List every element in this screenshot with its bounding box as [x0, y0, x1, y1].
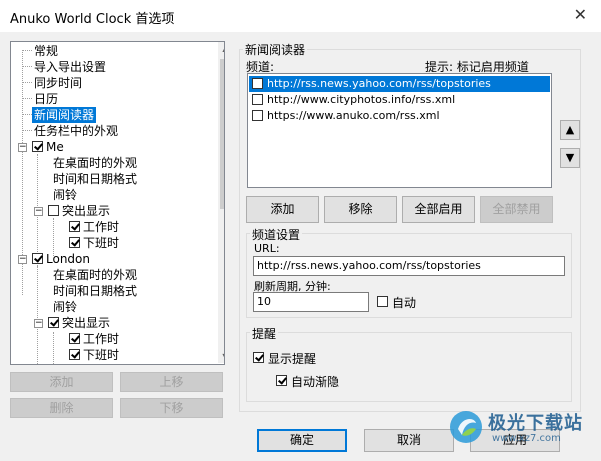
watermark-logo-icon [450, 411, 482, 443]
tree-item-time-date-format[interactable]: 时间和日期格式 [53, 283, 137, 299]
auto-fade-label: 自动渐隐 [291, 375, 340, 389]
collapse-icon[interactable]: − [34, 319, 43, 328]
collapse-icon[interactable]: − [18, 255, 27, 264]
feed-checkbox[interactable] [252, 94, 263, 105]
work-hours-checkbox[interactable] [69, 333, 80, 344]
tree-line [22, 50, 32, 51]
feed-add-button[interactable]: 添加 [246, 196, 319, 223]
close-icon[interactable]: ✕ [574, 5, 587, 24]
move-feed-up-button[interactable]: ▲ [560, 120, 580, 140]
tree-item-work-hours[interactable]: 工作时 [83, 219, 119, 235]
feed-url: http://rss.news.yahoo.com/rss/topstories [267, 77, 491, 90]
collapse-icon[interactable]: − [34, 207, 43, 216]
tree-line [22, 114, 32, 115]
tree-line [22, 82, 32, 83]
feed-item[interactable]: https://www.anuko.com/rss.xml [249, 108, 550, 124]
reminder-label: 提醒 [250, 325, 279, 342]
tree-item-highlight[interactable]: 突出显示 [62, 203, 110, 219]
enable-all-button[interactable]: 全部启用 [402, 196, 475, 223]
auto-label: 自动 [392, 296, 417, 310]
feed-url: https://www.anuko.com/rss.xml [267, 109, 440, 122]
tree-item-import-export[interactable]: 导入导出设置 [34, 59, 106, 75]
clock-london-checkbox[interactable] [32, 253, 43, 264]
show-reminder-checkbox[interactable] [253, 352, 264, 363]
tree-delete-button[interactable]: 删除 [10, 398, 113, 418]
feed-item[interactable]: http://rss.news.yahoo.com/rss/topstories [249, 76, 550, 92]
auto-checkbox[interactable] [377, 296, 388, 307]
scroll-thumb[interactable] [220, 59, 224, 209]
tree-line [22, 98, 32, 99]
feed-checkbox[interactable] [252, 110, 263, 121]
tree-item-work-hours[interactable]: 工作时 [83, 331, 119, 347]
tree-item-sync-time[interactable]: 同步时间 [34, 75, 82, 91]
feed-item[interactable]: http://www.cityphotos.info/rss.xml [249, 92, 550, 108]
feed-url: http://www.cityphotos.info/rss.xml [267, 93, 456, 106]
tree-move-down-button[interactable]: 下移 [120, 398, 223, 418]
window-title: Anuko World Clock 首选项 [10, 12, 175, 27]
collapse-icon[interactable]: − [18, 143, 27, 152]
watermark-url: www.xz7.com [492, 433, 561, 444]
reminder-group [246, 332, 572, 402]
feed-checkbox[interactable] [252, 78, 263, 89]
tree-add-button[interactable]: 添加 [10, 372, 113, 392]
show-reminder-label: 显示提醒 [268, 352, 317, 366]
tree-item-taskbar-appearance[interactable]: 任务栏中的外观 [34, 123, 118, 139]
off-hours-checkbox[interactable] [69, 237, 80, 248]
ok-button[interactable]: 确定 [257, 429, 347, 452]
arrow-up-icon: ▲ [565, 123, 575, 136]
feed-remove-button[interactable]: 移除 [324, 196, 397, 223]
tree-line [22, 130, 32, 131]
tree-move-up-button[interactable]: 上移 [120, 372, 223, 392]
watermark: 极光下载站 www.xz7.com [448, 405, 593, 453]
tree-item-off-hours[interactable]: 下班时 [83, 235, 119, 251]
cancel-button[interactable]: 取消 [364, 429, 454, 452]
work-hours-checkbox[interactable] [69, 221, 80, 232]
refresh-input[interactable]: 10 [253, 292, 369, 312]
tree-item-clock-london[interactable]: London [46, 251, 90, 267]
tree-item-highlight[interactable]: 突出显示 [62, 315, 110, 331]
highlight-checkbox[interactable] [48, 205, 59, 216]
auto-fade-checkbox[interactable] [276, 375, 287, 386]
tree-item-desktop-appearance[interactable]: 在桌面时的外观 [53, 155, 137, 171]
tree-item-general[interactable]: 常规 [34, 43, 58, 59]
tree-item-time-date-format[interactable]: 时间和日期格式 [53, 171, 137, 187]
tree-line [53, 332, 54, 364]
url-label: URL: [254, 242, 280, 255]
tree-item-off-hours[interactable]: 下班时 [83, 347, 119, 363]
tree-item-desktop-appearance[interactable]: 在桌面时的外观 [53, 267, 137, 283]
channel-settings-label: 频道设置 [250, 226, 303, 243]
title-bar: Anuko World Clock 首选项 ✕ [0, 0, 601, 32]
highlight-checkbox[interactable] [48, 317, 59, 328]
tree-item-calendar[interactable]: 日历 [34, 91, 58, 107]
tree-line [37, 266, 38, 364]
disable-all-button[interactable]: 全部禁用 [480, 196, 553, 223]
move-feed-down-button[interactable]: ▼ [560, 148, 580, 168]
arrow-down-icon: ▼ [565, 151, 575, 164]
tree-item-alarm[interactable]: 闹铃 [53, 187, 77, 203]
tree-scrollbar[interactable]: ▲ ▼ [218, 42, 224, 363]
tree-line [22, 66, 32, 67]
tree-item-clock-me[interactable]: Me [46, 139, 64, 155]
feed-list[interactable]: http://rss.news.yahoo.com/rss/topstories… [247, 73, 552, 188]
scroll-down-icon[interactable]: ▼ [218, 352, 224, 361]
scroll-up-icon[interactable]: ▲ [218, 44, 224, 53]
watermark-brand: 极光下载站 [488, 413, 583, 434]
newsreader-group-label: 新闻阅读器 [243, 41, 308, 58]
tree-item-alarm[interactable]: 闹铃 [53, 299, 77, 315]
url-input[interactable]: http://rss.news.yahoo.com/rss/topstories [253, 256, 565, 276]
clock-me-checkbox[interactable] [32, 141, 43, 152]
off-hours-checkbox[interactable] [69, 349, 80, 360]
settings-tree[interactable]: 常规 导入导出设置 同步时间 日历 新闻阅读器 任务栏中的外观 − Me 在桌面… [10, 41, 225, 365]
tree-item-newsreader[interactable]: 新闻阅读器 [32, 107, 97, 123]
